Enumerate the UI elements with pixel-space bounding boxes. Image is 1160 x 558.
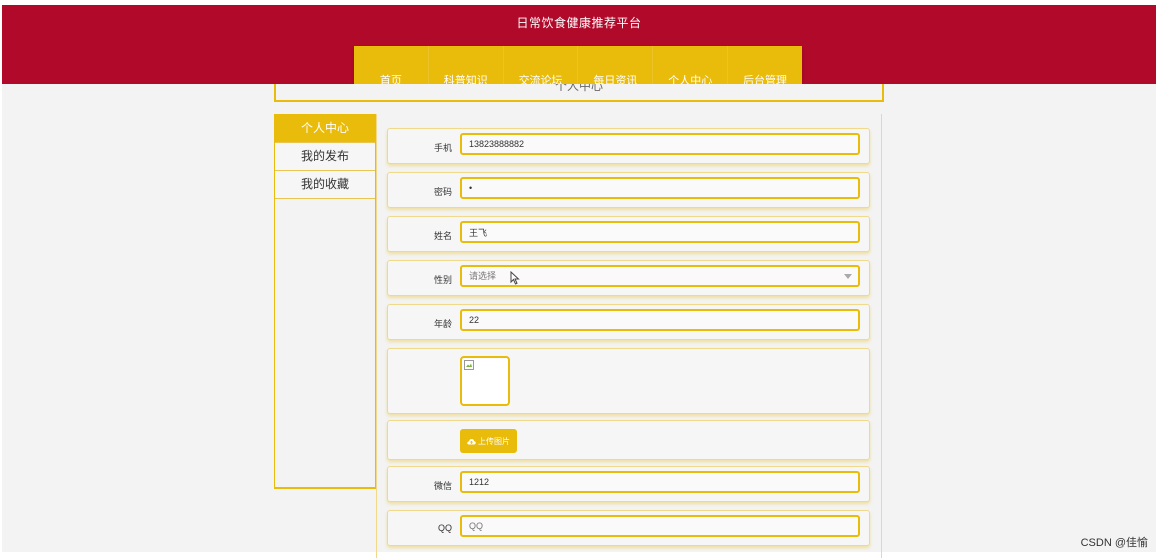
sidebar-item-my-posts[interactable]: 我的发布	[275, 143, 375, 171]
broken-image-icon	[464, 360, 474, 370]
form-row-avatar	[387, 348, 870, 414]
age-input[interactable]	[460, 309, 860, 331]
form-row-name: 姓名	[387, 216, 870, 252]
chevron-down-icon	[844, 274, 852, 279]
form-row-qq: QQ	[387, 510, 870, 546]
qq-input[interactable]	[460, 515, 860, 537]
gender-select[interactable]: 请选择	[460, 265, 860, 287]
mouse-pointer-icon	[510, 271, 520, 285]
sidebar-item-profile[interactable]: 个人中心	[275, 115, 375, 143]
site-title: 日常饮食健康推荐平台	[516, 16, 642, 30]
wechat-label: 微信	[433, 481, 452, 491]
gender-select-placeholder: 请选择	[469, 271, 497, 281]
form-row-age: 年龄	[387, 304, 870, 340]
name-input[interactable]	[460, 221, 860, 243]
upload-button-label: 上传图片	[478, 436, 510, 446]
watermark: CSDN @佳愉	[1080, 537, 1148, 549]
sidebar: 个人中心 我的发布 我的收藏	[274, 114, 376, 489]
nav-item-science[interactable]: 科普知识	[429, 46, 504, 88]
cloud-upload-icon	[467, 438, 476, 444]
header: 日常饮食健康推荐平台 首页 科普知识 交流论坛 每日资讯 个人中心 后台管理	[2, 5, 1156, 88]
main-nav: 首页 科普知识 交流论坛 每日资讯 个人中心 后台管理	[354, 46, 802, 88]
nav-item-admin[interactable]: 后台管理	[728, 46, 802, 88]
sidebar-item-my-favorites[interactable]: 我的收藏	[275, 171, 375, 199]
section-title: 个人中心	[554, 84, 603, 93]
wechat-input[interactable]	[460, 471, 860, 493]
nav-item-forum[interactable]: 交流论坛	[504, 46, 579, 88]
nav-item-news[interactable]: 每日资讯	[578, 46, 654, 88]
nav-item-home[interactable]: 首页	[354, 46, 429, 88]
qq-label: QQ	[437, 523, 452, 533]
avatar-preview[interactable]	[460, 356, 510, 406]
form-row-gender: 性别 请选择	[387, 260, 870, 296]
name-label: 姓名	[433, 231, 452, 241]
password-input[interactable]: •	[460, 177, 860, 199]
gender-label: 性别	[433, 275, 452, 285]
form-row-wechat: 微信	[387, 466, 870, 502]
section-title-box: 个人中心	[274, 84, 884, 102]
form-row-upload: 上传图片	[387, 420, 870, 460]
profile-form: 手机 密码 • 姓名 性别 请选择 年龄	[376, 114, 882, 558]
upload-image-button[interactable]: 上传图片	[460, 429, 517, 453]
form-row-phone: 手机	[387, 128, 870, 164]
password-label: 密码	[433, 187, 452, 197]
phone-label: 手机	[433, 143, 452, 153]
phone-input[interactable]	[460, 133, 860, 155]
age-label: 年龄	[433, 319, 452, 329]
form-row-password: 密码 •	[387, 172, 870, 208]
nav-item-profile[interactable]: 个人中心	[653, 46, 729, 88]
